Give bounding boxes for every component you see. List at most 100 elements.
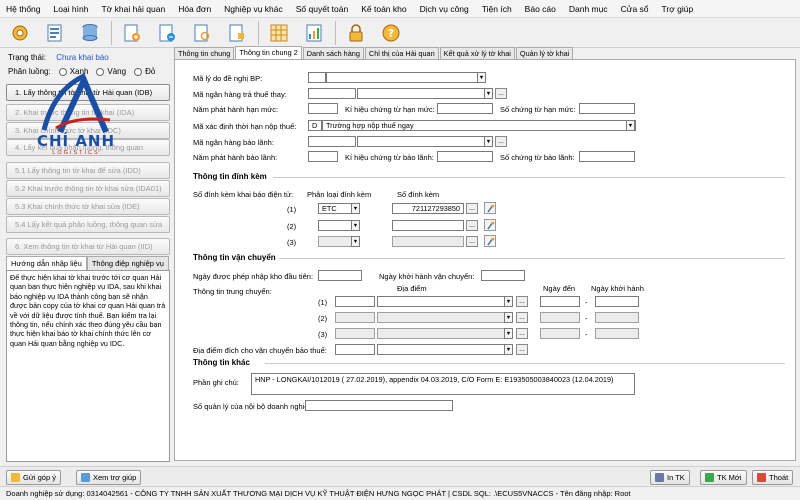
feedback-button[interactable]: Gửi góp ý (6, 470, 61, 485)
attach-number-field[interactable] (392, 236, 464, 247)
doc-add-icon[interactable] (118, 20, 146, 46)
help-icon[interactable]: ? (377, 20, 405, 46)
chevron-down-icon[interactable]: ▼ (351, 236, 360, 247)
tab-general-info-2[interactable]: Thông tin chung 2 (235, 46, 302, 60)
guarantee-symbol-field[interactable] (437, 151, 493, 162)
guarantee-year-field[interactable] (308, 151, 338, 162)
route-radio-red[interactable]: Đỏ (134, 67, 155, 76)
transit-depart-field[interactable] (595, 312, 639, 323)
chevron-down-icon[interactable]: ▼ (484, 88, 493, 99)
bank-pay-code-field[interactable] (308, 88, 356, 99)
transit-arrive-field[interactable] (540, 296, 580, 307)
chevron-down-icon[interactable]: ▼ (351, 220, 360, 231)
print-button[interactable]: In TK (650, 470, 690, 485)
attach-file-icon[interactable] (484, 235, 496, 247)
chevron-down-icon[interactable]: ▼ (504, 312, 513, 323)
attach-file-icon[interactable] (484, 202, 496, 214)
bonded-date-field[interactable] (318, 270, 362, 281)
toolbar-separator (335, 20, 336, 45)
menu-tien-ich[interactable]: Tiện ích (482, 4, 512, 14)
menu-tro-giup[interactable]: Trợ giúp (662, 4, 694, 14)
menu-cua-so[interactable]: Cửa sổ (621, 4, 649, 14)
transit-row-index: (3) (318, 330, 328, 339)
reason-code-field[interactable] (308, 72, 326, 83)
internal-mgmt-field[interactable] (305, 400, 453, 411)
note-field[interactable]: HNP - LONGKAI/1012019 ( 27.02.2019), app… (251, 373, 635, 395)
grid-icon[interactable] (265, 20, 293, 46)
menu-so-quyet-toan[interactable]: Số quyết toán (296, 4, 348, 14)
guarantee-bank-name-field[interactable] (357, 136, 493, 147)
attach-number-field[interactable]: 721127293850 (392, 203, 464, 214)
menu-he-thong[interactable]: Hệ thống (6, 4, 41, 14)
tax-due-desc-field[interactable]: Trường hợp nộp thuế ngay (322, 120, 636, 131)
lock-icon[interactable] (342, 20, 370, 46)
transit-code-field[interactable] (335, 312, 375, 323)
lookup-button[interactable]: ... (466, 220, 478, 231)
step-button-ida01[interactable]: 5.2 Khai trước thông tin tờ khai sửa (ID… (6, 180, 170, 197)
depart-date-field[interactable] (481, 270, 525, 281)
transit-code-field[interactable] (335, 328, 375, 339)
tab-input-guide[interactable]: Hướng dẫn nhập liệu (6, 256, 87, 270)
lookup-button[interactable]: ... (516, 344, 528, 355)
menu-dich-vu-cong[interactable]: Dịch vụ công (420, 4, 469, 14)
menu-to-khai-hai-quan[interactable]: Tờ khai hải quan (101, 4, 165, 14)
chevron-down-icon[interactable]: ▼ (477, 72, 486, 83)
doc-search-icon[interactable] (188, 20, 216, 46)
step-button-iid[interactable]: 6. Xem thông tin tờ khai từ Hải quan (II… (6, 238, 170, 255)
new-declaration-button[interactable]: TK Mới (700, 470, 747, 485)
lookup-button[interactable]: ... (516, 312, 528, 323)
menu-nghiep-vu-khac[interactable]: Nghiệp vụ khác (224, 4, 283, 14)
limit-symbol-field[interactable] (437, 103, 493, 114)
chevron-down-icon[interactable]: ▼ (504, 296, 513, 307)
menu-hoa-don[interactable]: Hóa đơn (178, 4, 211, 14)
step-button-ide[interactable]: 5.3 Khai chính thức tờ khai sửa (IDE) (6, 198, 170, 215)
menu-danh-muc[interactable]: Danh mục (569, 4, 608, 14)
transit-place-field[interactable] (377, 328, 513, 339)
doc-edit-icon[interactable] (223, 20, 251, 46)
transport-section-title: Thông tin vận chuyển (193, 253, 276, 262)
step-button-idd[interactable]: 5.1 Lấy thông tin tờ khai để sửa (IDD) (6, 162, 170, 179)
menu-loai-hinh[interactable]: Loại hình (54, 4, 89, 14)
lookup-button[interactable]: ... (495, 88, 507, 99)
attach-number-field[interactable] (392, 220, 464, 231)
transit-code-field[interactable] (335, 296, 375, 307)
menu-ke-toan-kho[interactable]: Kế toán kho (361, 4, 406, 14)
transit-place-field[interactable] (377, 296, 513, 307)
guarantee-number-field[interactable] (579, 151, 635, 162)
settings-icon[interactable] (6, 20, 34, 46)
chevron-down-icon[interactable]: ▼ (504, 328, 513, 339)
lookup-button[interactable]: ... (466, 203, 478, 214)
transit-depart-field[interactable] (595, 296, 639, 307)
chevron-down-icon[interactable]: ▼ (484, 136, 493, 147)
destination-place-field[interactable] (377, 344, 513, 355)
help-button[interactable]: Xem trợ giúp (76, 470, 142, 485)
guarantee-bank-code-field[interactable] (308, 136, 356, 147)
destination-code-field[interactable] (335, 344, 375, 355)
reason-desc-field[interactable] (326, 72, 486, 83)
attach-file-icon[interactable] (484, 219, 496, 231)
chevron-down-icon[interactable]: ▼ (626, 120, 635, 131)
bank-pay-name-field[interactable] (357, 88, 493, 99)
attach-section-title: Thông tin đính kèm (193, 172, 267, 181)
tax-due-code-field[interactable]: D (308, 120, 322, 131)
step-button-result-edit[interactable]: 5.4 Lấy kết quả phân luồng, thông quan s… (6, 216, 170, 233)
chevron-down-icon[interactable]: ▼ (504, 344, 513, 355)
tab-business-message[interactable]: Thông điệp nghiệp vụ (86, 256, 169, 270)
document-stack-icon[interactable] (41, 20, 69, 46)
lookup-button[interactable]: ... (516, 328, 528, 339)
transit-arrive-field[interactable] (540, 328, 580, 339)
doc-add-icon[interactable] (153, 20, 181, 46)
transit-place-field[interactable] (377, 312, 513, 323)
limit-year-field[interactable] (308, 103, 338, 114)
transit-arrive-field[interactable] (540, 312, 580, 323)
lookup-button[interactable]: ... (495, 136, 507, 147)
lookup-button[interactable]: ... (516, 296, 528, 307)
lookup-button[interactable]: ... (466, 236, 478, 247)
menu-bao-cao[interactable]: Báo cáo (525, 4, 556, 14)
transit-depart-field[interactable] (595, 328, 639, 339)
database-icon[interactable] (76, 20, 104, 46)
chart-icon[interactable] (300, 20, 328, 46)
chevron-down-icon[interactable]: ▼ (351, 203, 360, 214)
close-button[interactable]: Thoát (752, 470, 794, 485)
limit-number-field[interactable] (579, 103, 635, 114)
